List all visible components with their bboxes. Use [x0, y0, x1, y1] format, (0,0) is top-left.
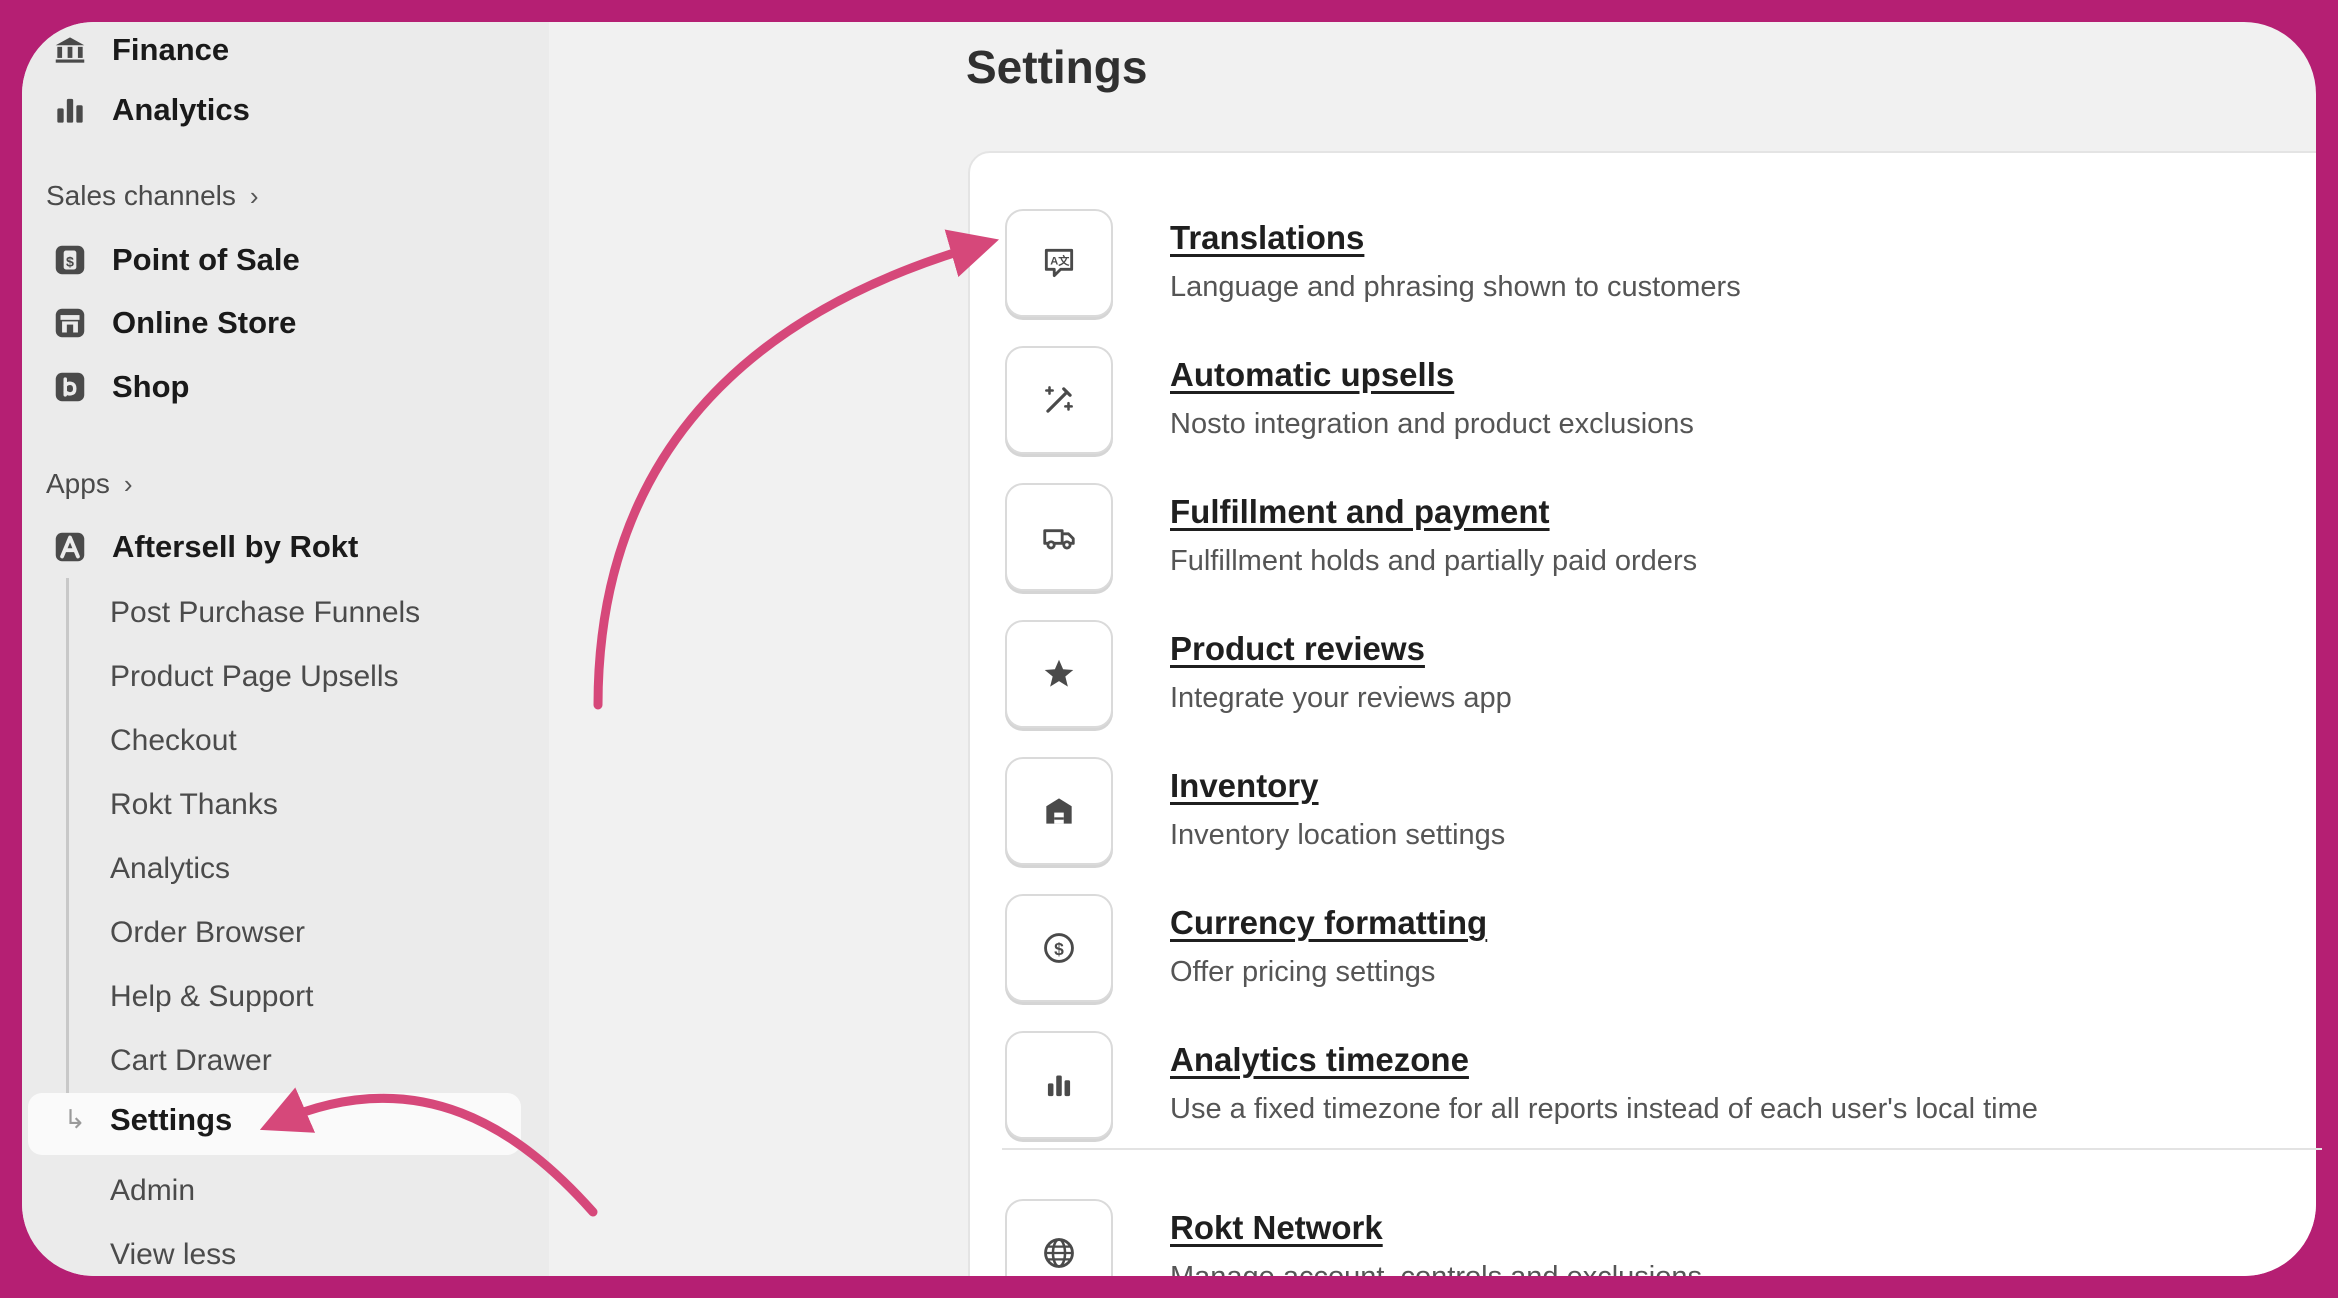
- section-divider: [1002, 1148, 2322, 1150]
- row-title[interactable]: Fulfillment and payment: [1170, 493, 1550, 531]
- sidebar-subitem[interactable]: Cart Drawer: [110, 1044, 272, 1078]
- sidebar-item-finance[interactable]: Finance: [22, 22, 229, 78]
- aftersell-app-icon: [50, 527, 90, 567]
- row-description: Offer pricing settings: [1170, 956, 1436, 988]
- row-title[interactable]: Currency formatting: [1170, 904, 1487, 942]
- sidebar: Finance Analytics Sales channels › $ Poi…: [22, 22, 549, 1276]
- sidebar-subitem[interactable]: Product Page Upsells: [110, 660, 399, 694]
- row-title[interactable]: Inventory: [1170, 767, 1319, 805]
- row-description: Nosto integration and product exclusions: [1170, 408, 1694, 440]
- chevron-right-icon: ›: [123, 468, 133, 499]
- section-heading-label: Apps: [46, 468, 110, 499]
- warehouse-icon: [1005, 757, 1113, 865]
- settings-card: A文 Translations Language and phrasing sh…: [968, 151, 2316, 1276]
- sidebar-item-admin[interactable]: Admin: [110, 1174, 195, 1208]
- dollar-circle-icon: $: [1005, 894, 1113, 1002]
- chevron-right-icon: ›: [249, 180, 259, 211]
- svg-text:$: $: [1054, 939, 1064, 959]
- settings-row-translations[interactable]: A文 Translations Language and phrasing sh…: [970, 209, 2316, 319]
- svg-text:A: A: [1050, 256, 1058, 268]
- sidebar-subitem[interactable]: Checkout: [110, 724, 237, 758]
- tree-connector: [66, 578, 69, 1124]
- globe-icon: [1005, 1199, 1113, 1276]
- bar-chart-icon: [50, 90, 90, 130]
- bar-chart-icon: [1005, 1031, 1113, 1139]
- sidebar-subitem[interactable]: Order Browser: [110, 916, 305, 950]
- sidebar-item-aftersell[interactable]: Aftersell by Rokt: [22, 519, 358, 575]
- svg-text:文: 文: [1058, 254, 1070, 268]
- row-title[interactable]: Rokt Network: [1170, 1209, 1383, 1247]
- tree-elbow-arrow-icon: ↳: [64, 1104, 86, 1134]
- page-title: Settings: [966, 41, 1148, 93]
- pos-icon: $: [50, 240, 90, 280]
- svg-text:$: $: [66, 254, 74, 270]
- view-less-link[interactable]: View less: [110, 1238, 236, 1272]
- apps-heading[interactable]: Apps ›: [46, 468, 133, 500]
- settings-row-automatic-upsells[interactable]: Automatic upsells Nosto integration and …: [970, 346, 2316, 456]
- sales-channels-heading[interactable]: Sales channels ›: [46, 180, 259, 212]
- sidebar-item-label: Shop: [112, 369, 190, 404]
- sidebar-item-settings-active[interactable]: [28, 1093, 521, 1155]
- row-title[interactable]: Translations: [1170, 219, 1364, 257]
- settings-row-inventory[interactable]: Inventory Inventory location settings: [970, 757, 2316, 867]
- bank-icon: [50, 30, 90, 70]
- sidebar-item-label: Online Store: [112, 305, 297, 340]
- section-heading-label: Sales channels: [46, 180, 236, 211]
- sidebar-item-label: Point of Sale: [112, 242, 300, 277]
- row-title[interactable]: Automatic upsells: [1170, 356, 1454, 394]
- sidebar-subitem[interactable]: Post Purchase Funnels: [110, 596, 420, 630]
- row-title[interactable]: Product reviews: [1170, 630, 1425, 668]
- sidebar-item-shop[interactable]: Shop: [22, 359, 190, 415]
- sidebar-item-label: Finance: [112, 32, 230, 67]
- sidebar-item-analytics[interactable]: Analytics: [22, 82, 250, 138]
- sidebar-item-label: Aftersell by Rokt: [112, 529, 359, 564]
- sidebar-subitem[interactable]: Analytics: [110, 852, 230, 886]
- sidebar-subitem[interactable]: Help & Support: [110, 980, 313, 1014]
- row-title[interactable]: Analytics timezone: [1170, 1041, 1469, 1079]
- row-description: Inventory location settings: [1170, 819, 1506, 851]
- delivery-truck-icon: [1005, 483, 1113, 591]
- shop-icon: [50, 367, 90, 407]
- sidebar-subitem[interactable]: Rokt Thanks: [110, 788, 278, 822]
- row-description: Manage account, controls and exclusions: [1170, 1261, 1702, 1276]
- sidebar-item-label: Analytics: [112, 92, 250, 127]
- row-description: Integrate your reviews app: [1170, 682, 1512, 714]
- star-icon: [1005, 620, 1113, 728]
- settings-row-fulfillment-payment[interactable]: Fulfillment and payment Fulfillment hold…: [970, 483, 2316, 593]
- settings-row-product-reviews[interactable]: Product reviews Integrate your reviews a…: [970, 620, 2316, 730]
- settings-row-analytics-timezone[interactable]: Analytics timezone Use a fixed timezone …: [970, 1031, 2316, 1141]
- translate-icon: A文: [1005, 209, 1113, 317]
- sidebar-item-settings-label[interactable]: Settings: [110, 1102, 232, 1138]
- settings-row-rokt-network[interactable]: Rokt Network Manage account, controls an…: [970, 1199, 2316, 1276]
- sidebar-item-point-of-sale[interactable]: $ Point of Sale: [22, 232, 300, 288]
- sidebar-item-online-store[interactable]: Online Store: [22, 295, 296, 351]
- row-description: Fulfillment holds and partially paid ord…: [1170, 545, 1698, 577]
- app-window: Finance Analytics Sales channels › $ Poi…: [22, 22, 2316, 1276]
- row-description: Language and phrasing shown to customers: [1170, 271, 1741, 303]
- row-description: Use a fixed timezone for all reports ins…: [1170, 1093, 2038, 1125]
- settings-row-currency-formatting[interactable]: $ Currency formatting Offer pricing sett…: [970, 894, 2316, 1004]
- magic-wand-icon: [1005, 346, 1113, 454]
- store-icon: [50, 303, 90, 343]
